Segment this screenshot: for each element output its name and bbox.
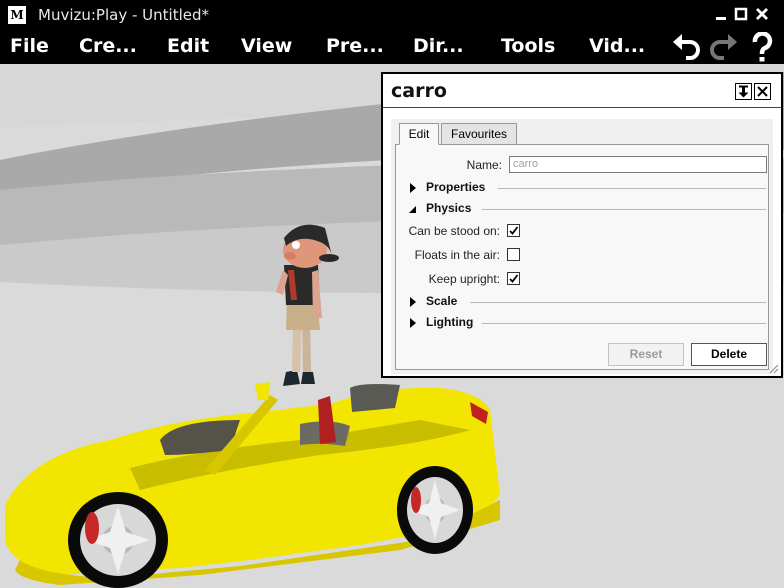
reset-button[interactable]: Reset: [608, 343, 684, 366]
menu-edit[interactable]: Edit: [167, 35, 209, 57]
panel-title: carro: [391, 80, 447, 102]
undo-icon[interactable]: [670, 32, 704, 62]
section-line: [498, 188, 766, 189]
name-field[interactable]: carro: [509, 156, 767, 173]
section-scale[interactable]: Scale: [408, 294, 766, 310]
properties-panel: carro Edit Favourites Name: carro Proper…: [381, 72, 783, 378]
name-label: Name:: [466, 158, 502, 172]
floats-in-the-air-checkbox[interactable]: [507, 248, 520, 261]
section-lighting[interactable]: Lighting: [408, 315, 766, 331]
menu-view[interactable]: View: [241, 35, 292, 57]
menu-file[interactable]: File: [10, 35, 49, 57]
section-properties-label: Properties: [426, 180, 486, 194]
panel-body: Edit Favourites Name: carro Properties P…: [391, 119, 773, 374]
can-be-stood-on-checkbox[interactable]: [507, 224, 520, 237]
section-properties[interactable]: Properties: [408, 180, 766, 196]
panel-divider: [383, 107, 781, 108]
expand-arrow-icon: [410, 183, 416, 193]
edit-tab-content: Name: carro Properties Physics Can be st…: [395, 144, 769, 370]
section-physics-label: Physics: [426, 201, 472, 215]
collapse-arrow-icon: [409, 206, 416, 213]
section-line: [470, 302, 766, 303]
help-icon[interactable]: [746, 31, 780, 62]
can-be-stood-on-label: Can be stood on:: [408, 224, 500, 238]
section-line: [482, 209, 766, 210]
tab-edit[interactable]: Edit: [399, 123, 439, 145]
checkmark-icon: [509, 226, 519, 235]
checkmark-icon: [509, 274, 519, 283]
menu-create[interactable]: Cre...: [79, 35, 137, 57]
menu-bar: File Cre... Edit View Pre... Dir... Tool…: [0, 30, 784, 64]
expand-arrow-icon: [410, 318, 416, 328]
menu-tools[interactable]: Tools: [501, 35, 555, 57]
menu-presets[interactable]: Pre...: [326, 35, 384, 57]
close-icon[interactable]: [754, 83, 771, 100]
section-lighting-label: Lighting: [426, 315, 474, 329]
title-bar: M Muvizu:Play - Untitled*: [0, 0, 784, 30]
maximize-icon[interactable]: [731, 4, 751, 24]
app-logo-icon: M: [8, 6, 26, 24]
resize-grip-icon[interactable]: [767, 362, 779, 374]
keep-upright-checkbox[interactable]: [507, 272, 520, 285]
section-scale-label: Scale: [426, 294, 458, 308]
keep-upright-label: Keep upright:: [428, 272, 500, 286]
section-physics[interactable]: Physics: [408, 201, 766, 217]
expand-arrow-icon: [410, 297, 416, 307]
close-icon[interactable]: [752, 4, 772, 24]
tab-favourites[interactable]: Favourites: [441, 123, 517, 145]
menu-video[interactable]: Vid...: [589, 35, 645, 57]
delete-button[interactable]: Delete: [691, 343, 767, 366]
window-title: Muvizu:Play - Untitled*: [38, 6, 209, 24]
section-line: [482, 323, 766, 324]
minimize-icon[interactable]: [711, 4, 731, 24]
floats-in-the-air-label: Floats in the air:: [414, 248, 500, 262]
menu-director[interactable]: Dir...: [413, 35, 464, 57]
redo-icon[interactable]: [706, 32, 740, 62]
pin-icon[interactable]: [735, 83, 752, 100]
